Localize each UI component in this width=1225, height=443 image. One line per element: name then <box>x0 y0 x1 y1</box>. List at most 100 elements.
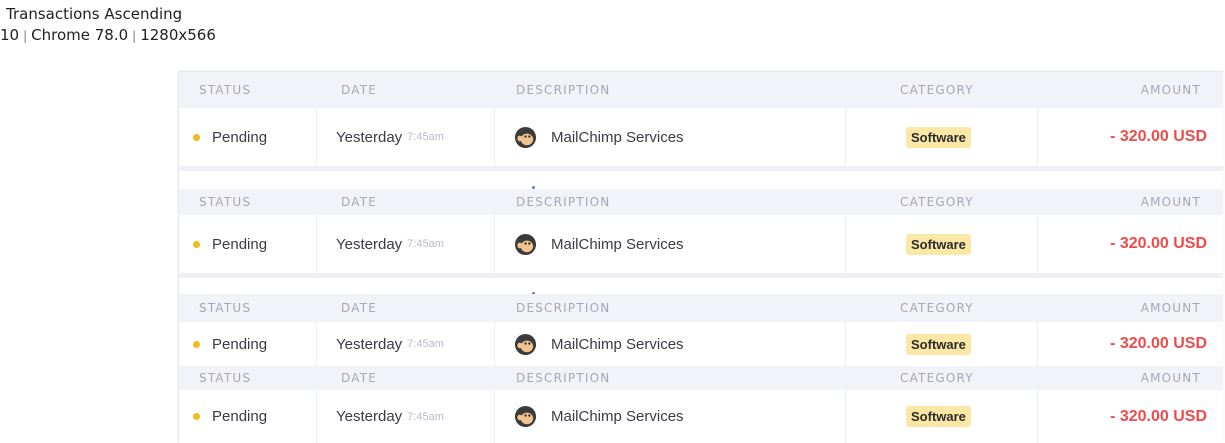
header-description[interactable]: DESCRIPTION <box>516 83 610 97</box>
caption-platform: 10 <box>0 26 20 44</box>
header-amount[interactable]: AMOUNT <box>1141 371 1201 385</box>
amount-cell: - 320.00 USD <box>1110 390 1207 443</box>
header-status[interactable]: STATUS <box>199 83 251 97</box>
amount-text: - 320.00 USD <box>1110 128 1207 145</box>
header-category[interactable]: CATEGORY <box>900 301 974 315</box>
category-badge: Software <box>906 333 971 355</box>
category-cell: Software <box>906 108 971 166</box>
description-cell: MailChimp Services <box>514 322 684 366</box>
time-text: 7:45am <box>407 338 444 350</box>
header-amount[interactable]: AMOUNT <box>1141 195 1201 209</box>
date-text: Yesterday <box>336 235 403 253</box>
column-divider <box>1037 108 1038 166</box>
column-divider <box>1037 390 1038 443</box>
status-cell: Pending <box>179 390 267 443</box>
table-header: STATUS DATE DESCRIPTION CATEGORY AMOUNT <box>179 189 1223 215</box>
header-status[interactable]: STATUS <box>199 301 251 315</box>
column-divider <box>316 108 317 166</box>
status-text: Pending <box>212 128 268 146</box>
column-divider <box>316 390 317 443</box>
status-cell: Pending <box>179 322 267 366</box>
header-amount[interactable]: AMOUNT <box>1141 83 1201 97</box>
header-amount[interactable]: AMOUNT <box>1141 301 1201 315</box>
caption-browser: Chrome 78.0 <box>31 26 129 44</box>
header-date[interactable]: DATE <box>341 371 377 385</box>
date-cell: Yesterday 7:45am <box>336 390 444 443</box>
caption-separator: | <box>23 29 28 43</box>
table-row[interactable]: Pending Yesterday 7:45am MailChimp Servi… <box>179 390 1223 443</box>
time-text: 7:45am <box>407 131 444 143</box>
amount-cell: - 320.00 USD <box>1110 322 1207 366</box>
column-divider <box>845 390 846 443</box>
column-divider <box>494 108 495 166</box>
caption-separator: | <box>132 29 137 43</box>
status-text: Pending <box>212 235 268 253</box>
table-header: STATUS DATE DESCRIPTION CATEGORY AMOUNT <box>179 366 1223 390</box>
category-badge: Software <box>906 126 971 148</box>
table-row[interactable]: Pending Yesterday 7:45am MailChimp Servi… <box>179 108 1223 166</box>
header-date[interactable]: DATE <box>341 195 377 209</box>
column-divider <box>494 322 495 366</box>
row-separator <box>179 273 1223 278</box>
header-description[interactable]: DESCRIPTION <box>516 371 610 385</box>
transactions-table: STATUS DATE DESCRIPTION CATEGORY AMOUNT … <box>178 71 1223 443</box>
table-row[interactable]: Pending Yesterday 7:45am MailChimp Servi… <box>179 322 1223 366</box>
header-status[interactable]: STATUS <box>199 195 251 209</box>
pending-status-dot <box>193 133 200 141</box>
date-cell: Yesterday 7:45am <box>336 322 444 366</box>
header-date[interactable]: DATE <box>341 301 377 315</box>
header-description[interactable]: DESCRIPTION <box>516 195 610 209</box>
pending-status-dot <box>193 413 200 420</box>
description-cell: MailChimp Services <box>514 390 684 443</box>
category-cell: Software <box>906 215 971 273</box>
header-status[interactable]: STATUS <box>199 371 251 385</box>
column-divider <box>316 322 317 366</box>
column-divider <box>316 215 317 273</box>
date-text: Yesterday <box>336 128 403 146</box>
status-text: Pending <box>212 335 268 353</box>
table-header: STATUS DATE DESCRIPTION CATEGORY AMOUNT <box>179 72 1223 108</box>
amount-text: - 320.00 USD <box>1110 335 1207 352</box>
status-text: Pending <box>212 408 268 425</box>
header-date[interactable]: DATE <box>341 83 377 97</box>
column-divider <box>845 215 846 273</box>
date-cell: Yesterday 7:45am <box>336 215 444 273</box>
status-cell: Pending <box>179 108 267 166</box>
mailchimp-logo-icon <box>514 405 537 428</box>
screenshot-caption: Transactions Ascending 10 | Chrome 78.0 | 12… <box>0 4 216 47</box>
header-description[interactable]: DESCRIPTION <box>516 301 610 315</box>
header-category[interactable]: CATEGORY <box>900 83 974 97</box>
amount-text: - 320.00 USD <box>1110 235 1207 252</box>
amount-cell: - 320.00 USD <box>1110 108 1207 166</box>
column-divider <box>845 322 846 366</box>
time-text: 7:45am <box>407 410 444 423</box>
caption-title: Transactions Ascending <box>6 5 183 23</box>
table-header: STATUS DATE DESCRIPTION CATEGORY AMOUNT <box>179 294 1223 322</box>
mailchimp-logo-icon <box>514 126 537 148</box>
header-category[interactable]: CATEGORY <box>900 371 974 385</box>
description-cell: MailChimp Services <box>514 108 684 166</box>
description-text: MailChimp Services <box>551 335 684 353</box>
date-cell: Yesterday 7:45am <box>336 108 444 166</box>
pending-status-dot <box>193 340 200 348</box>
date-text: Yesterday <box>336 408 403 425</box>
table-row[interactable]: Pending Yesterday 7:45am MailChimp Servi… <box>179 215 1223 273</box>
caption-resolution: 1280x566 <box>140 26 216 44</box>
category-cell: Software <box>906 322 971 366</box>
description-text: MailChimp Services <box>551 408 684 425</box>
column-divider <box>845 108 846 166</box>
header-category[interactable]: CATEGORY <box>900 195 974 209</box>
status-cell: Pending <box>179 215 267 273</box>
description-text: MailChimp Services <box>551 235 684 253</box>
caption-meta: 10 | Chrome 78.0 | 1280x566 <box>0 25 216 47</box>
category-badge: Software <box>906 233 971 255</box>
description-cell: MailChimp Services <box>514 215 684 273</box>
date-text: Yesterday <box>336 335 403 353</box>
column-divider <box>1037 215 1038 273</box>
column-divider <box>494 215 495 273</box>
mailchimp-logo-icon <box>514 333 537 355</box>
row-separator <box>179 166 1223 171</box>
pending-status-dot <box>193 240 200 248</box>
time-text: 7:45am <box>407 238 444 250</box>
column-divider <box>494 390 495 443</box>
